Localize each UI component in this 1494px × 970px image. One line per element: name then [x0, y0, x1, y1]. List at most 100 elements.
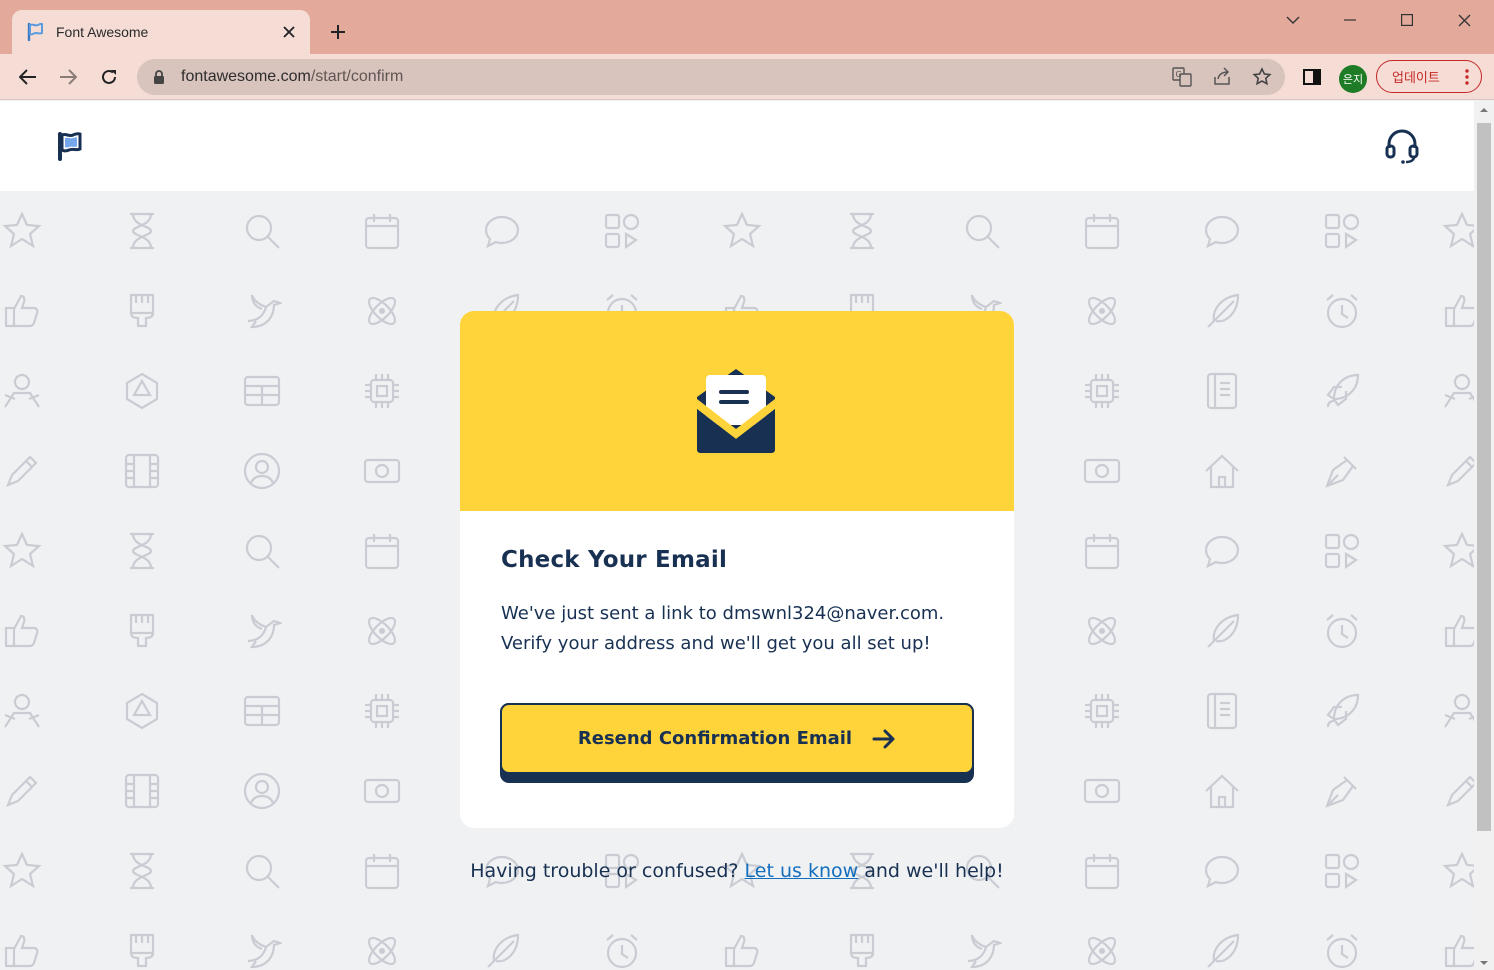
bg-user-icon	[243, 452, 281, 490]
browser-tab[interactable]: Font Awesome	[12, 10, 310, 54]
bg-star-icon	[1442, 211, 1474, 249]
bg-rocket-icon	[1326, 693, 1360, 728]
back-arrow-icon[interactable]	[13, 62, 43, 92]
bg-calendar-icon	[364, 214, 400, 250]
tab-search-chevron-icon[interactable]	[1273, 8, 1313, 32]
svg-text:G: G	[1176, 70, 1182, 79]
bg-thumbs-icon	[1444, 614, 1474, 648]
bg-table-icon	[243, 695, 281, 727]
bg-icons-icon	[1324, 213, 1360, 250]
scroll-down-icon	[1480, 961, 1488, 965]
bg-clock-icon	[1326, 934, 1358, 969]
bg-feather-icon	[487, 933, 520, 968]
bg-brush-icon	[129, 933, 155, 968]
bg-search-icon	[245, 534, 280, 569]
bg-person-icon	[4, 693, 40, 728]
forward-arrow-icon[interactable]	[53, 62, 83, 92]
url-text: fontawesome.com/start/confirm	[181, 68, 403, 86]
bg-feather-icon	[1207, 613, 1240, 648]
bg-dove-icon	[247, 934, 282, 969]
bg-dove-icon	[247, 614, 282, 649]
scroll-up-icon	[1480, 108, 1488, 112]
bg-dice-icon	[125, 692, 159, 730]
tab-title: Font Awesome	[56, 24, 149, 40]
bg-thumbs-icon	[1444, 934, 1474, 968]
bg-atom-icon	[1087, 936, 1117, 966]
bg-hourglass-icon	[130, 532, 154, 570]
bg-dice-icon	[125, 372, 159, 410]
close-tab-icon[interactable]	[280, 23, 298, 41]
bg-person-icon	[1444, 373, 1474, 408]
browser-titlebar: Font Awesome	[0, 0, 1494, 54]
address-bar[interactable]: fontawesome.com/start/confirm G	[137, 59, 1285, 95]
resend-button-label: Resend Confirmation Email	[577, 728, 853, 749]
bg-pencil-icon	[1446, 455, 1474, 487]
bg-atom-icon	[367, 296, 397, 326]
close-window-icon[interactable]	[1444, 8, 1484, 32]
bg-chip-icon	[365, 374, 399, 408]
bg-comment-icon	[1204, 535, 1240, 569]
bg-pencil-icon	[6, 455, 38, 487]
envelope-open-text-icon	[694, 369, 780, 455]
bg-chip-icon	[365, 694, 399, 728]
bg-star-icon	[722, 211, 762, 249]
bg-rocket-icon	[1326, 373, 1360, 408]
bg-pen-icon	[1325, 456, 1357, 488]
bg-star-icon	[2, 531, 42, 569]
bg-calendar-icon	[1084, 534, 1120, 570]
new-tab-plus-icon[interactable]	[326, 20, 350, 44]
bg-money-icon	[363, 458, 401, 484]
browser-toolbar: fontawesome.com/start/confirm G 은지 업데이트	[0, 54, 1494, 100]
card-title: Check Your Email	[501, 547, 728, 573]
bg-table-icon	[243, 375, 281, 407]
flag-favicon-icon	[26, 22, 46, 42]
profile-avatar[interactable]: 은지	[1339, 65, 1367, 93]
resend-button-face[interactable]: Resend Confirmation Email	[500, 703, 974, 774]
bg-brush-icon	[849, 933, 875, 968]
lock-icon	[153, 70, 167, 84]
bg-thumbs-icon	[1444, 294, 1474, 328]
help-suffix: and we'll help!	[864, 860, 1004, 882]
maximize-icon[interactable]	[1387, 8, 1427, 32]
bg-book-icon	[1206, 372, 1238, 410]
bookmark-star-icon[interactable]	[1250, 65, 1274, 89]
bg-star-icon	[1442, 531, 1474, 569]
headset-icon[interactable]	[1384, 128, 1420, 164]
bg-atom-icon	[367, 936, 397, 966]
bg-pencil-icon	[1446, 775, 1474, 807]
bg-clock-icon	[606, 934, 638, 969]
bg-comment-icon	[1204, 215, 1240, 249]
update-button[interactable]: 업데이트	[1376, 60, 1482, 93]
bg-money-icon	[1083, 778, 1121, 804]
more-menu-icon[interactable]	[1465, 68, 1469, 86]
bg-feather-icon	[1207, 293, 1240, 328]
bg-chip-icon	[1085, 694, 1119, 728]
minimize-icon[interactable]	[1330, 8, 1370, 32]
share-icon[interactable]	[1210, 65, 1234, 89]
bg-money-icon	[1083, 458, 1121, 484]
bg-brush-icon	[129, 613, 155, 648]
bg-brush-icon	[129, 293, 155, 328]
bg-calendar-icon	[364, 534, 400, 570]
bg-calendar-icon	[1084, 214, 1120, 250]
url-host: fontawesome.com	[181, 68, 311, 85]
flag-icon[interactable]	[57, 131, 87, 161]
bg-pen-icon	[1325, 776, 1357, 808]
scrollbar[interactable]	[1474, 101, 1494, 970]
message-line-1: We've just sent a link to dmswnl324@nave…	[501, 603, 945, 624]
bg-thumbs-icon	[724, 934, 759, 968]
translate-icon[interactable]: G	[1170, 65, 1194, 89]
resend-confirmation-button[interactable]: Resend Confirmation Email	[500, 703, 974, 783]
bg-house-icon	[1205, 454, 1239, 489]
site-header	[0, 101, 1474, 191]
reload-icon[interactable]	[94, 62, 124, 92]
bg-film-icon	[124, 773, 160, 809]
bg-thumbs-icon	[4, 934, 39, 968]
let-us-know-link[interactable]: Let us know	[745, 860, 859, 882]
bg-atom-icon	[1087, 296, 1117, 326]
side-panel-icon[interactable]	[1297, 62, 1327, 92]
scroll-thumb[interactable]	[1477, 123, 1491, 831]
bg-house-icon	[1205, 774, 1239, 809]
bg-person-icon	[1444, 693, 1474, 728]
bg-icons-icon	[604, 213, 640, 250]
